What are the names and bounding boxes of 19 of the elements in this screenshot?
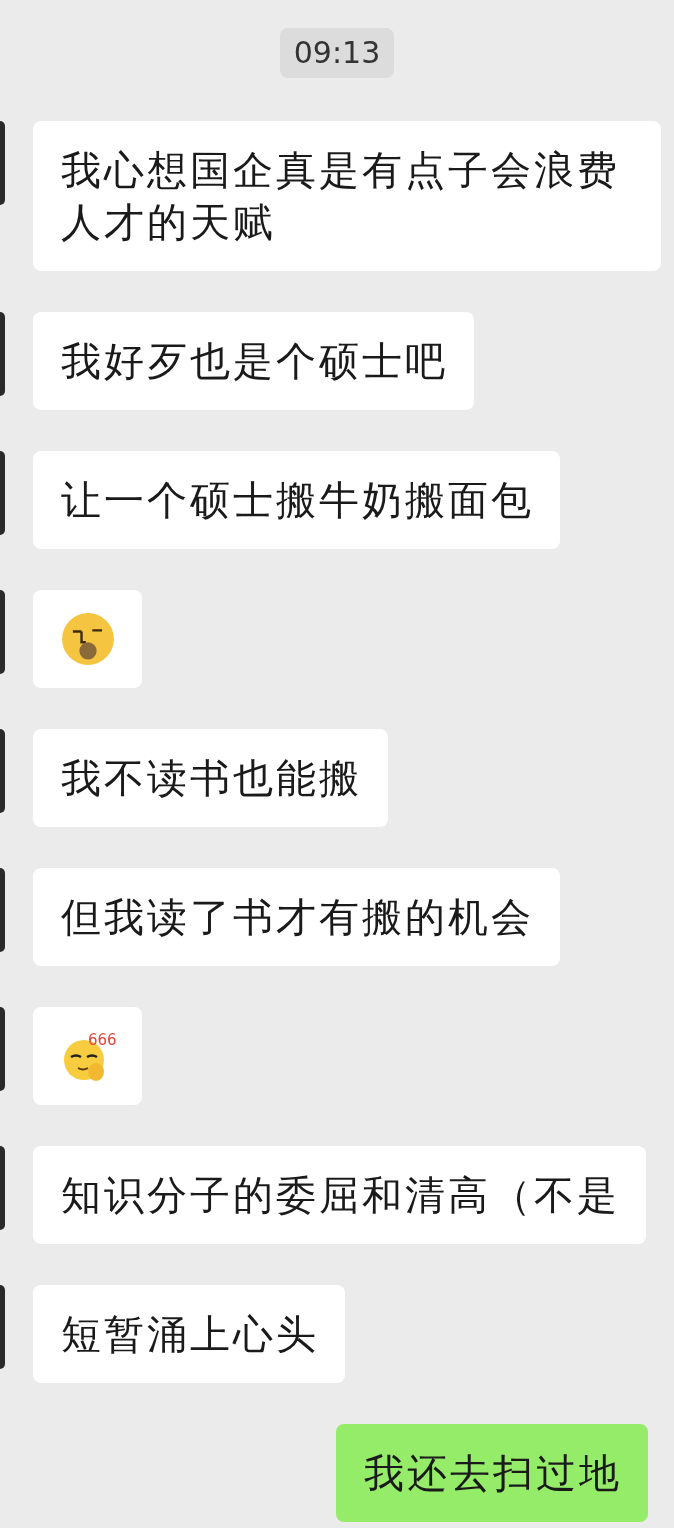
avatar[interactable] <box>0 729 5 813</box>
avatar[interactable] <box>0 868 5 952</box>
yawning-face-icon <box>60 612 115 666</box>
avatar[interactable] <box>0 1146 5 1230</box>
message-bubble: 我还去扫过地 <box>336 1424 648 1522</box>
avatar[interactable] <box>0 590 5 674</box>
message-bubble: 让一个硕士搬牛奶搬面包 <box>33 451 560 549</box>
timestamp: 09:13 <box>279 28 395 78</box>
message-bubble: 我好歹也是个硕士吧 <box>33 312 474 410</box>
avatar[interactable] <box>0 451 5 535</box>
avatar[interactable] <box>0 312 5 396</box>
message-bubble: 我心想国企真是有点子会浪费人才的天赋 <box>33 121 661 271</box>
message-bubble: 我不读书也能搬 <box>33 729 388 827</box>
message-bubble: 短暂涌上心头 <box>33 1285 345 1383</box>
message-bubble: 知识分子的委屈和清高（不是 <box>33 1146 646 1244</box>
avatar[interactable] <box>0 1007 5 1091</box>
avatar[interactable] <box>0 121 5 205</box>
message-bubble: 但我读了书才有搬的机会 <box>33 868 560 966</box>
avatar[interactable] <box>0 1285 5 1369</box>
